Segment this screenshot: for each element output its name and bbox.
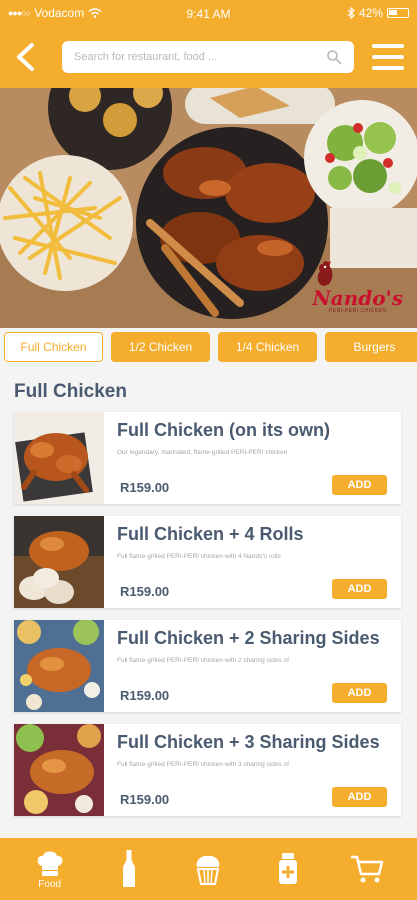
rooster-logo-icon — [317, 260, 332, 286]
nav-sauces[interactable] — [258, 841, 318, 897]
add-button[interactable]: ADD — [332, 787, 387, 807]
menu-item-name: Full Chicken (on its own) — [117, 420, 330, 440]
search-box[interactable] — [62, 41, 354, 73]
signal-icon: ●●●○○ — [8, 8, 31, 18]
nav-food[interactable]: Food — [20, 841, 80, 897]
nav-food-label: Food — [38, 878, 62, 890]
menu-item-card[interactable]: Full Chicken + 4 Rolls Full flame-grille… — [14, 516, 401, 608]
menu-item-name: Full Chicken + 4 Rolls — [117, 524, 304, 544]
nav-cart[interactable] — [337, 841, 397, 897]
bluetooth-icon — [347, 7, 355, 19]
menu-item-description: Full flame-grilled PERI-PERI chicken wit… — [117, 553, 281, 560]
bottle-icon — [123, 850, 136, 887]
hamburger-icon — [372, 44, 404, 48]
menu-button[interactable] — [372, 44, 404, 70]
sauce-jar-icon — [278, 853, 297, 884]
menu-item-image — [14, 620, 104, 712]
add-button[interactable]: ADD — [332, 579, 387, 599]
menu-item-price: R159.00 — [120, 480, 170, 495]
carrier-label: Vodacom — [34, 6, 85, 20]
menu-item-image — [14, 412, 104, 504]
menu-item-price: R159.00 — [120, 792, 170, 807]
category-tabs: Full Chicken 1/2 Chicken 1/4 Chicken Bur… — [0, 332, 417, 364]
brand-logo: Nando's PERI-PERI CHICKEN — [312, 258, 404, 314]
battery-percent: 42% — [358, 6, 383, 20]
bottom-nav: Food — [0, 838, 417, 900]
battery-icon — [387, 8, 409, 18]
status-bar: ●●●○○ Vodacom 9:41 AM 42% — [0, 0, 417, 26]
navbar — [0, 26, 417, 88]
menu-item-price: R159.00 — [120, 584, 170, 599]
hero-banner: Nando's PERI-PERI CHICKEN — [0, 88, 417, 328]
menu-item-list: Full Chicken (on its own) Our legendary,… — [14, 412, 401, 828]
menu-item-card[interactable]: Full Chicken + 2 Sharing Sides Full flam… — [14, 620, 401, 712]
search-icon[interactable] — [326, 49, 342, 65]
cupcake-icon — [197, 855, 220, 885]
top-bar: ●●●○○ Vodacom 9:41 AM 42% — [0, 0, 417, 88]
menu-item-image — [14, 516, 104, 608]
search-input[interactable] — [74, 51, 326, 63]
back-button[interactable] — [10, 37, 40, 77]
tab-burgers[interactable]: Burgers — [325, 332, 417, 362]
tab-quarter-chicken[interactable]: 1/4 Chicken — [218, 332, 317, 362]
cart-icon — [351, 855, 384, 883]
menu-item-card[interactable]: Full Chicken + 3 Sharing Sides Full flam… — [14, 724, 401, 816]
add-button[interactable]: ADD — [332, 683, 387, 703]
menu-item-price: R159.00 — [120, 688, 170, 703]
chef-hat-icon — [37, 851, 63, 876]
wifi-icon — [88, 8, 102, 18]
menu-item-description: Full flame-grilled PERI-PERI chicken wit… — [117, 657, 289, 664]
back-arrow-icon — [17, 43, 34, 71]
menu-item-description: Full flame-grilled PERI-PERI chicken wit… — [117, 761, 289, 768]
menu-item-image — [14, 724, 104, 816]
tab-half-chicken[interactable]: 1/2 Chicken — [111, 332, 210, 362]
menu-item-description: Our legendary, marinated, flame-grilled … — [117, 449, 288, 456]
menu-item-card[interactable]: Full Chicken (on its own) Our legendary,… — [14, 412, 401, 504]
add-button[interactable]: ADD — [332, 475, 387, 495]
nav-drinks[interactable] — [99, 841, 159, 897]
nav-desserts[interactable] — [178, 841, 238, 897]
tab-full-chicken[interactable]: Full Chicken — [4, 332, 103, 362]
section-title: Full Chicken — [14, 381, 127, 402]
menu-item-name: Full Chicken + 2 Sharing Sides — [117, 628, 380, 648]
menu-item-name: Full Chicken + 3 Sharing Sides — [117, 732, 380, 752]
brand-name: Nando's — [312, 286, 404, 310]
